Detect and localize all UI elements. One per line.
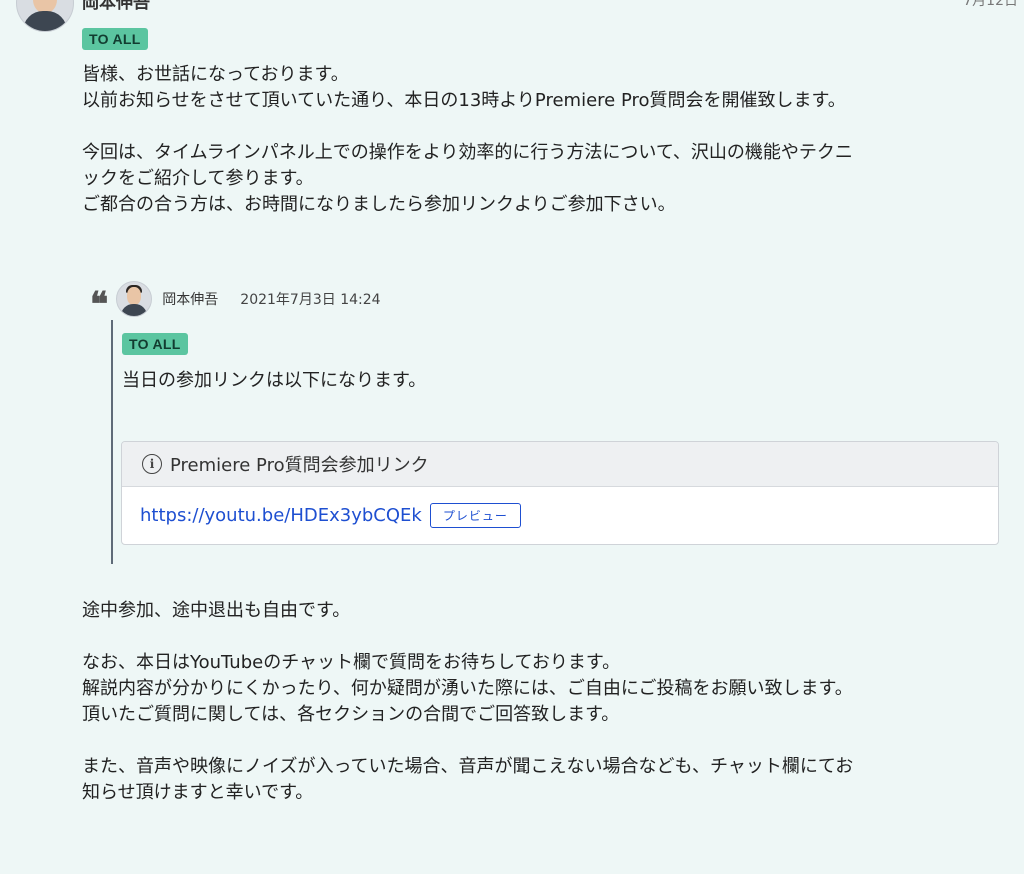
link-card-header: i Premiere Pro質問会参加リンク — [122, 442, 998, 487]
post-line: 今回は、タイムラインパネル上での操作をより効率的に行う方法について、沢山の機能や… — [82, 142, 853, 163]
quote-datetime[interactable]: 2021年7月3日 14:24 — [240, 289, 380, 309]
quote-header: ❝ 岡本伸吾 2021年7月3日 14:24 — [90, 281, 381, 325]
preview-button[interactable]: プレビュー — [429, 503, 521, 528]
post-line: ご都合の合う方は、お時間になりましたら参加リンクよりご参加下さい。 — [82, 194, 676, 215]
quote-to-all-tag: TO ALL — [122, 333, 188, 355]
post-line: なお、本日はYouTubeのチャット欄で質問をお待ちしております。 — [82, 652, 621, 673]
post-line: 頂いたご質問に関しては、各セクションの合間でご回答致します。 — [82, 704, 620, 725]
post-body: 皆様、お世話になっております。 以前お知らせをさせて頂いていた通り、本日の13時… — [82, 62, 1002, 218]
youtube-link[interactable]: https://youtu.be/HDEx3ybCQEk — [140, 505, 422, 526]
post-line: ックをご紹介して参ります。 — [82, 168, 314, 189]
post-line: 以前お知らせをさせて頂いていた通り、本日の13時よりPremiere Pro質問… — [82, 90, 846, 111]
post-date: 7月12日 — [963, 0, 1018, 9]
post-body-continued: 途中参加、途中退出も自由です。 なお、本日はYouTubeのチャット欄で質問をお… — [82, 598, 1002, 806]
quote-author[interactable]: 岡本伸吾 — [162, 289, 218, 309]
to-all-tag: TO ALL — [82, 28, 148, 50]
quote-text: 当日の参加リンクは以下になります。 — [122, 370, 427, 391]
post-line: 途中参加、途中退出も自由です。 — [82, 600, 351, 621]
link-card-body: https://youtu.be/HDEx3ybCQEk プレビュー — [122, 487, 998, 544]
link-card-title: Premiere Pro質問会参加リンク — [170, 455, 429, 476]
post-author[interactable]: 岡本伸吾 — [82, 0, 150, 13]
quote-author-avatar[interactable] — [116, 281, 153, 317]
quote-bar — [111, 320, 113, 564]
quote-mark-icon: ❝ — [90, 285, 109, 325]
post-line: また、音声や映像にノイズが入っていた場合、音声が聞こえない場合なども、チャット欄… — [82, 756, 854, 777]
post-line: 皆様、お世話になっております。 — [82, 64, 349, 85]
link-card: i Premiere Pro質問会参加リンク https://youtu.be/… — [121, 441, 999, 545]
post-line: 知らせ頂けますと幸いです。 — [82, 782, 314, 803]
info-icon: i — [142, 454, 162, 474]
author-avatar[interactable] — [16, 0, 74, 32]
post-line: 解説内容が分かりにくかったり、何か疑問が湧いた際には、ご自由にご投稿をお願い致し… — [82, 678, 853, 699]
